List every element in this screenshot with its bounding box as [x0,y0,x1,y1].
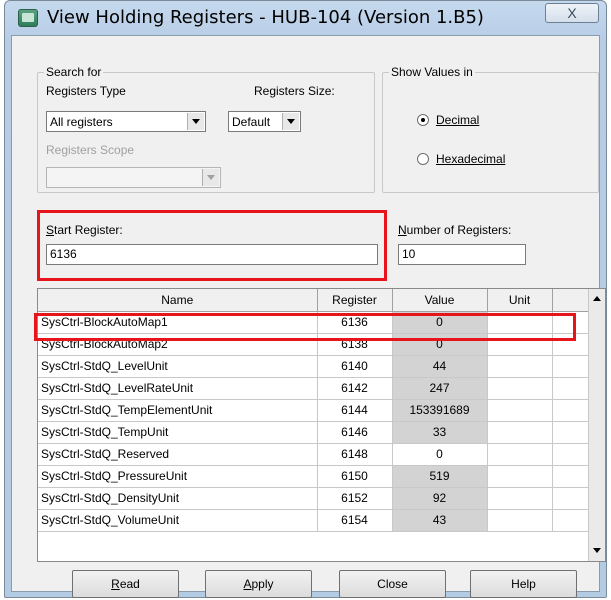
cell-name[interactable]: SysCtrl-StdQ_Reserved [38,443,318,466]
decimal-radio[interactable]: Decimal [417,113,479,127]
registers-type-combo[interactable]: All registers [46,111,206,132]
start-register-highlight [37,210,387,281]
show-values-group: Show Values in [382,65,599,193]
cell-value[interactable]: 43 [392,509,488,532]
cell-name[interactable]: SysCtrl-StdQ_DensityUnit [38,487,318,510]
show-values-legend: Show Values in [391,65,473,79]
table-row[interactable]: SysCtrl-StdQ_PressureUnit 6150 519 [38,465,591,488]
column-header-unit[interactable]: Unit [487,289,553,312]
close-button[interactable]: Close [339,570,446,598]
help-button[interactable]: Help [470,570,577,598]
cell-unit[interactable] [487,443,553,466]
hexadecimal-radio[interactable]: Hexadecimal [417,152,505,166]
cell-value[interactable]: 153391689 [392,399,488,422]
cell-value[interactable]: 0 [392,443,488,466]
chevron-down-icon[interactable] [282,113,299,130]
cell-value[interactable]: 519 [392,465,488,488]
registers-type-value: All registers [50,115,113,129]
number-of-registers-input[interactable]: 10 [398,244,526,265]
chevron-down-icon[interactable] [202,169,219,186]
table-row[interactable]: SysCtrl-StdQ_LevelUnit 6140 44 [38,355,591,378]
registers-scope-combo[interactable] [46,167,221,188]
number-of-registers-accel: N [398,223,407,237]
table-row[interactable]: SysCtrl-StdQ_TempElementUnit 6144 15339168… [38,399,591,422]
cell-register[interactable]: 6154 [317,509,393,532]
cell-register[interactable]: 6152 [317,487,393,510]
cell-value[interactable]: 92 [392,487,488,510]
column-header-name[interactable]: Name [38,289,318,312]
cell-unit[interactable] [487,509,553,532]
row-spacer [552,399,591,422]
apply-button[interactable]: Apply [205,570,312,598]
cell-register[interactable]: 6144 [317,399,393,422]
cell-name[interactable]: SysCtrl-StdQ_LevelUnit [38,355,318,378]
scroll-up-arrow-icon[interactable] [589,291,605,308]
read-button-label: ead [119,577,140,591]
table-row[interactable]: SysCtrl-StdQ_VolumeUnit 6154 43 [38,509,591,532]
cell-name[interactable]: SysCtrl-StdQ_TempElementUnit [38,399,318,422]
first-row-highlight [34,313,576,341]
cell-value[interactable]: 247 [392,377,488,400]
cell-unit[interactable] [487,355,553,378]
apply-button-label: pply [251,577,274,591]
registers-size-combo[interactable]: Default [228,111,301,132]
table-header-row: Name Register Value Unit [38,289,591,312]
column-header-value[interactable]: Value [392,289,488,312]
registers-size-label: Registers Size: [254,84,335,98]
number-of-registers-label-text: umber of Registers: [406,223,512,237]
cell-value[interactable]: 33 [392,421,488,444]
cell-register[interactable]: 6142 [317,377,393,400]
cell-register[interactable]: 6146 [317,421,393,444]
cell-unit[interactable] [487,465,553,488]
window-close-button[interactable]: X [545,3,599,23]
registers-type-label: Registers Type [46,84,126,98]
search-for-legend: Search for [46,65,102,79]
cell-value[interactable]: 44 [392,355,488,378]
row-spacer [552,509,591,532]
cell-unit[interactable] [487,487,553,510]
table-vertical-scrollbar[interactable] [588,289,605,561]
hexadecimal-label: Hexadecimal [436,152,506,166]
cell-register[interactable]: 6148 [317,443,393,466]
dialog-client-area: Search for Registers Type All registers … [11,35,606,598]
row-spacer [552,465,591,488]
cell-name[interactable]: SysCtrl-StdQ_LevelRateUnit [38,377,318,400]
table-row[interactable]: SysCtrl-StdQ_DensityUnit 6152 92 [38,487,591,510]
chevron-down-icon[interactable] [187,113,204,130]
registers-size-value: Default [232,115,271,129]
column-header-register[interactable]: Register [317,289,393,312]
read-button[interactable]: Read [72,570,179,598]
row-spacer [552,487,591,510]
radio-unselected-icon [417,153,429,165]
registers-scope-label: Registers Scope [46,143,135,157]
cell-unit[interactable] [487,421,553,444]
row-spacer [552,443,591,466]
cell-unit[interactable] [487,399,553,422]
header-spacer [552,289,591,312]
cell-unit[interactable] [487,377,553,400]
read-button-accel: R [111,577,120,591]
cell-name[interactable]: SysCtrl-StdQ_TempUnit [38,421,318,444]
window-title: View Holding Registers - HUB-104 (Versio… [47,7,484,28]
radio-selected-icon [417,114,429,126]
number-of-registers-label: Number of Registers: [398,223,511,237]
title-bar[interactable]: View Holding Registers - HUB-104 (Versio… [5,1,606,35]
cell-register[interactable]: 6140 [317,355,393,378]
row-spacer [552,355,591,378]
apply-button-accel: A [243,577,252,591]
cell-register[interactable]: 6150 [317,465,393,488]
table-row[interactable]: SysCtrl-StdQ_Reserved 6148 0 [38,443,591,466]
table-row[interactable]: SysCtrl-StdQ_TempUnit 6146 33 [38,421,591,444]
scroll-down-arrow-icon[interactable] [589,542,605,559]
row-spacer [552,377,591,400]
decimal-label: Decimal [436,113,480,127]
row-spacer [552,421,591,444]
cell-name[interactable]: SysCtrl-StdQ_PressureUnit [38,465,318,488]
table-row[interactable]: SysCtrl-StdQ_LevelRateUnit 6142 247 [38,377,591,400]
cell-name[interactable]: SysCtrl-StdQ_VolumeUnit [38,509,318,532]
app-icon [18,9,38,27]
dialog-window: View Holding Registers - HUB-104 (Versio… [4,0,607,598]
